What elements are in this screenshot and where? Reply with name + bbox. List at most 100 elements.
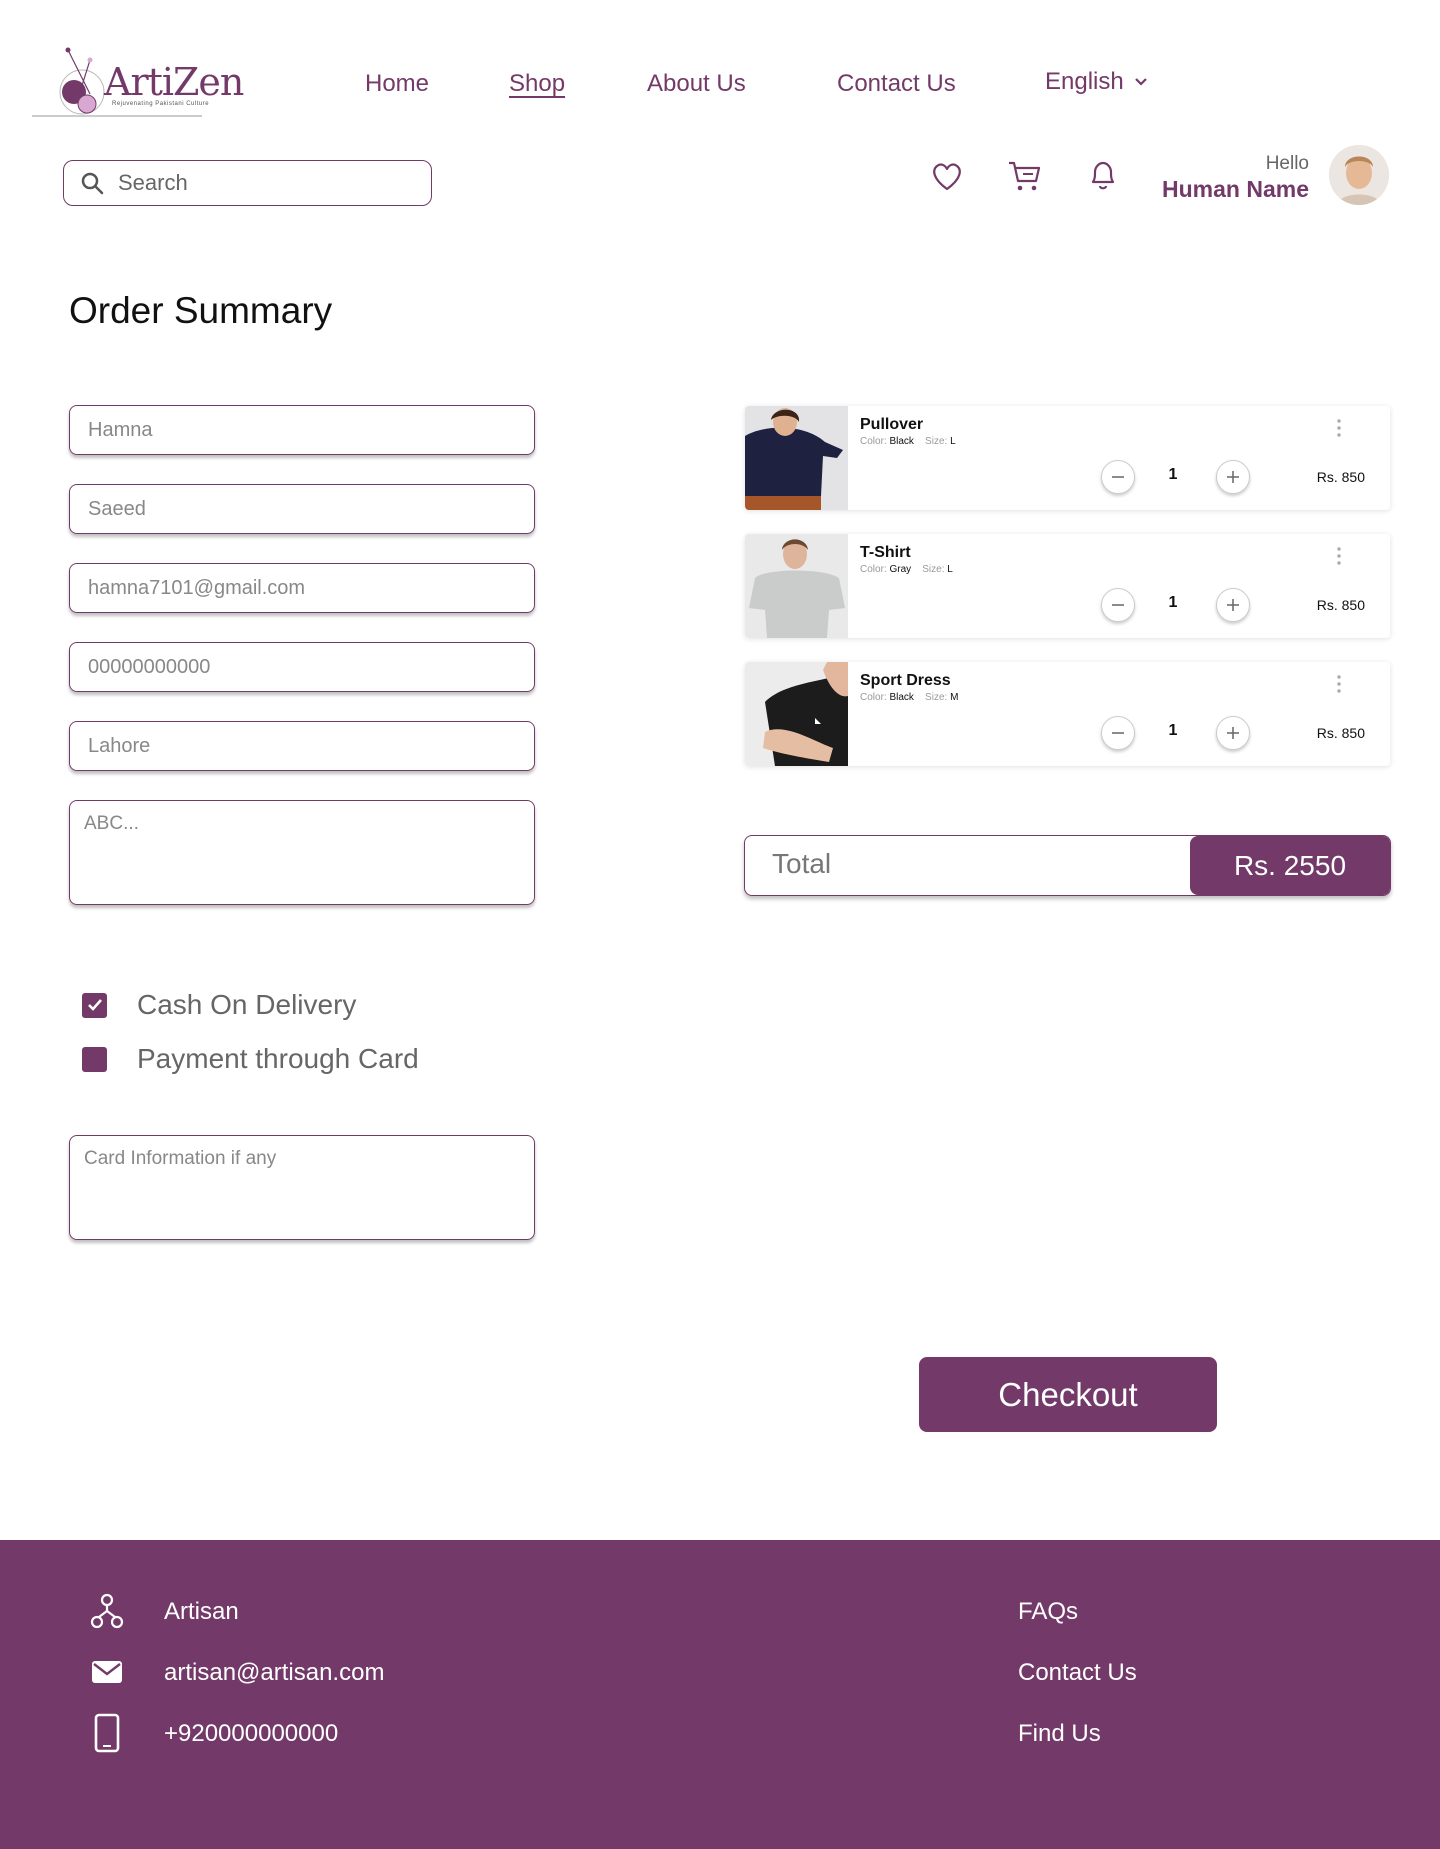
more-options-icon[interactable] [1336,674,1342,694]
item-name: Pullover [860,416,924,433]
item-size: M [950,692,959,703]
minus-icon [1112,732,1124,734]
minus-icon [1112,476,1124,478]
avatar[interactable] [1329,145,1389,205]
city-field[interactable] [69,721,535,771]
plus-icon [1227,727,1239,739]
increase-qty-button[interactable] [1216,588,1250,622]
user-name[interactable]: Human Name [1162,176,1309,203]
nav-about-us[interactable]: About Us [647,70,746,98]
footer-link-contact-us[interactable]: Contact Us [1018,1659,1137,1687]
user-avatar-image [1329,145,1389,205]
minus-icon [1112,604,1124,606]
item-color: Black [889,692,914,703]
more-options-icon[interactable] [1336,418,1342,438]
size-label: Size: [922,564,945,575]
item-quantity: 1 [1168,722,1178,739]
total-label: Total [772,848,832,879]
address-field[interactable] [69,800,535,905]
item-price: Rs. 850 [1316,597,1365,613]
checkmark-icon [87,999,102,1011]
more-options-icon[interactable] [1336,546,1342,566]
brand-tagline: Rejuvenating Pakistani Culture [112,101,210,107]
increase-qty-button[interactable] [1216,716,1250,750]
first-name-field[interactable] [69,405,535,455]
plus-icon [1227,599,1239,611]
phone-icon [88,1713,126,1753]
item-name: Sport Dress [860,672,951,689]
footer-email[interactable]: artisan@artisan.com [164,1659,384,1687]
brand-logo[interactable]: ArtiZen Rejuvenating Pakistani Culture [32,42,244,122]
item-quantity: 1 [1168,594,1178,611]
product-image-pullover[interactable] [745,406,848,510]
cod-label: Cash On Delivery [137,989,357,1020]
size-label: Size: [925,692,948,703]
city-input[interactable] [88,734,516,758]
first-name-input[interactable] [88,418,516,442]
cart-item: T-Shirt Color: Gray Size: L 1 Rs. 850 [745,534,1390,638]
color-label: Color: [860,564,887,575]
item-price: Rs. 850 [1316,725,1365,741]
color-label: Color: [860,692,887,703]
heart-icon[interactable] [929,158,965,194]
decrease-qty-button[interactable] [1101,716,1135,750]
item-meta: Color: Black Size: M [860,692,958,703]
payment-option-card[interactable]: Payment through Card [82,1043,419,1075]
cart-item: Pullover Color: Black Size: L 1 Rs. 850 [745,406,1390,510]
total-value: Rs. 2550 [1190,836,1390,895]
footer-link-faqs[interactable]: FAQs [1018,1598,1078,1626]
phone-input[interactable] [88,655,516,679]
nav-home[interactable]: Home [365,70,429,98]
cart-item: Sport Dress Color: Black Size: M 1 Rs. 8… [745,662,1390,766]
network-icon [88,1592,126,1630]
address-input[interactable] [84,813,520,892]
decrease-qty-button[interactable] [1101,460,1135,494]
email-input[interactable] [88,576,516,600]
item-meta: Color: Black Size: L [860,436,956,447]
product-image-sport-dress[interactable] [745,662,848,766]
item-price: Rs. 850 [1316,469,1365,485]
cod-checkbox[interactable] [82,992,107,1018]
search-icon [81,172,104,195]
brand-name: ArtiZen [104,60,244,104]
plus-icon [1227,471,1239,483]
last-name-input[interactable] [88,497,516,521]
cart-icon[interactable] [1007,158,1043,194]
email-field[interactable] [69,563,535,613]
item-quantity: 1 [1168,466,1178,483]
search-input[interactable] [118,170,398,196]
item-color: Black [889,436,914,447]
footer-phone[interactable]: +920000000000 [164,1720,338,1748]
nav-shop[interactable]: Shop [509,70,565,98]
search-bar[interactable] [63,160,432,206]
language-selector[interactable]: English [1045,68,1148,96]
chevron-down-icon [1134,78,1147,86]
bell-icon[interactable] [1085,158,1121,194]
decrease-qty-button[interactable] [1101,588,1135,622]
last-name-field[interactable] [69,484,535,534]
phone-field[interactable] [69,642,535,692]
item-name: T-Shirt [860,544,911,561]
card-checkbox[interactable] [82,1046,107,1072]
card-label: Payment through Card [137,1043,419,1074]
item-meta: Color: Gray Size: L [860,564,953,575]
mail-icon [88,1653,126,1691]
checkout-button[interactable]: Checkout [919,1357,1217,1432]
footer-company: Artisan [164,1598,239,1625]
item-color: Gray [889,564,912,575]
card-info-field[interactable] [69,1135,535,1240]
footer-link-find-us[interactable]: Find Us [1018,1720,1101,1748]
size-label: Size: [925,436,948,447]
language-label: English [1045,68,1124,95]
user-greeting: Hello [1265,153,1309,174]
payment-option-cod[interactable]: Cash On Delivery [82,989,356,1021]
product-image-t-shirt[interactable] [745,534,848,638]
increase-qty-button[interactable] [1216,460,1250,494]
page-title: Order Summary [69,290,333,331]
order-total: Total Rs. 2550 [744,835,1391,896]
nav-contact-us[interactable]: Contact Us [837,70,956,98]
color-label: Color: [860,436,887,447]
footer: Artisan artisan@artisan.com +92000000000… [0,1540,1440,1849]
card-info-input[interactable] [84,1148,520,1227]
item-size: L [950,436,956,447]
